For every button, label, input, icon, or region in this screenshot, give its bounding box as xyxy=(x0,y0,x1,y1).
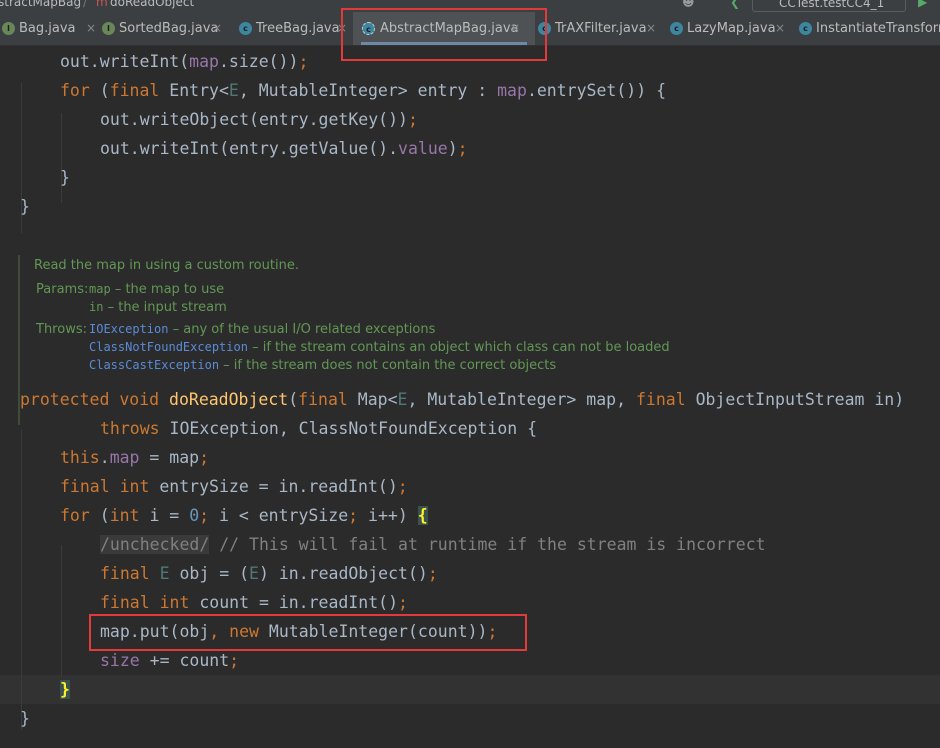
user-icon[interactable]: ☻ xyxy=(682,0,695,9)
back-arrow-icon[interactable]: ❮ xyxy=(730,0,740,9)
brace-match-highlight: } xyxy=(60,680,70,699)
code-line: for (final Entry<E, MutableInteger> entr… xyxy=(60,81,667,100)
method-icon: m xyxy=(96,0,108,9)
javadoc-throws-item: IOException – any of the usual I/O relat… xyxy=(89,322,436,337)
code-line: throws IOException, ClassNotFoundExcepti… xyxy=(100,419,538,438)
code-line: out.writeInt(map.size()); xyxy=(60,52,309,71)
breadcrumb-class[interactable]: stractMapBag xyxy=(0,0,81,9)
run-configuration-selector[interactable]: CCTest.testCC4_1 xyxy=(752,0,906,12)
code-line: final int count = in.readInt(); xyxy=(100,593,408,612)
tab-label: LazyMap.java xyxy=(687,21,776,36)
javadoc-summary: Read the map in using a custom routine. xyxy=(34,258,299,273)
code-line: } xyxy=(60,168,70,187)
tab-lazymap[interactable]: c LazyMap.java × xyxy=(668,12,796,45)
tab-traxfilter[interactable]: c TrAXFilter.java × xyxy=(536,12,666,45)
annotation-box-map-put xyxy=(89,614,527,651)
run-icon[interactable]: ▶ xyxy=(918,0,927,9)
code-line: out.writeInt(entry.getValue().value); xyxy=(100,139,468,158)
javadoc-link[interactable]: IOException xyxy=(89,322,168,336)
tab-label: Bag.java xyxy=(19,21,76,36)
breadcrumb-method[interactable]: doReadObject xyxy=(110,0,194,9)
close-icon[interactable]: × xyxy=(775,21,785,35)
javadoc-throws-label: Throws: xyxy=(36,322,87,337)
javadoc-param: map – the map to use xyxy=(89,282,225,297)
caret-line-highlight xyxy=(0,675,940,704)
brace-match-highlight: { xyxy=(417,506,428,525)
breadcrumb-separator: / xyxy=(83,0,88,9)
javadoc-params-label: Params: xyxy=(36,282,89,297)
code-line: for (int i = 0; i < entrySize; i++) { xyxy=(60,506,428,525)
class-icon: c xyxy=(799,22,812,35)
close-icon[interactable]: × xyxy=(646,21,656,35)
javadoc-throws-item: ClassNotFoundException – if the stream c… xyxy=(89,340,670,355)
interface-icon: I xyxy=(2,22,15,35)
javadoc-link[interactable]: ClassCastException xyxy=(89,358,219,372)
folded-comment[interactable]: /unchecked/ xyxy=(100,535,210,554)
tab-treebag[interactable]: c TreeBag.java × xyxy=(237,12,352,45)
tab-label: SortedBag.java xyxy=(119,21,219,36)
tab-sortedbag[interactable]: I SortedBag.java × xyxy=(100,12,236,45)
code-line: } xyxy=(20,197,30,216)
run-configuration-label: CCTest.testCC4_1 xyxy=(779,0,885,10)
close-icon[interactable]: × xyxy=(86,21,96,35)
code-line: out.writeObject(entry.getKey()); xyxy=(100,110,418,129)
close-icon[interactable]: × xyxy=(212,21,222,35)
class-icon: c xyxy=(670,22,683,35)
class-icon: c xyxy=(239,22,252,35)
interface-icon: I xyxy=(102,22,115,35)
javadoc-param: in – the input stream xyxy=(89,300,227,315)
code-line: protected void doReadObject(final Map<E,… xyxy=(20,390,905,409)
tab-label: InstantiateTransformer.java xyxy=(816,21,940,36)
code-line: final E obj = (E) in.readObject(); xyxy=(100,564,438,583)
tab-bag[interactable]: I Bag.java × xyxy=(0,12,100,45)
javadoc-throws-item: ClassCastException – if the stream does … xyxy=(89,358,557,373)
code-line: final int entrySize = in.readInt(); xyxy=(60,477,408,496)
code-line: /unchecked/ // This will fail at runtime… xyxy=(100,535,766,554)
annotation-box-tab xyxy=(341,8,547,61)
code-line: } xyxy=(20,709,30,728)
code-line: } xyxy=(20,675,70,704)
tab-instantiatetransformer[interactable]: c InstantiateTransformer.java xyxy=(797,12,940,45)
tab-label: TreeBag.java xyxy=(256,21,340,36)
javadoc-link[interactable]: ClassNotFoundException xyxy=(89,340,248,354)
tab-label: TrAXFilter.java xyxy=(555,21,647,36)
code-line: this.map = map; xyxy=(60,448,210,467)
